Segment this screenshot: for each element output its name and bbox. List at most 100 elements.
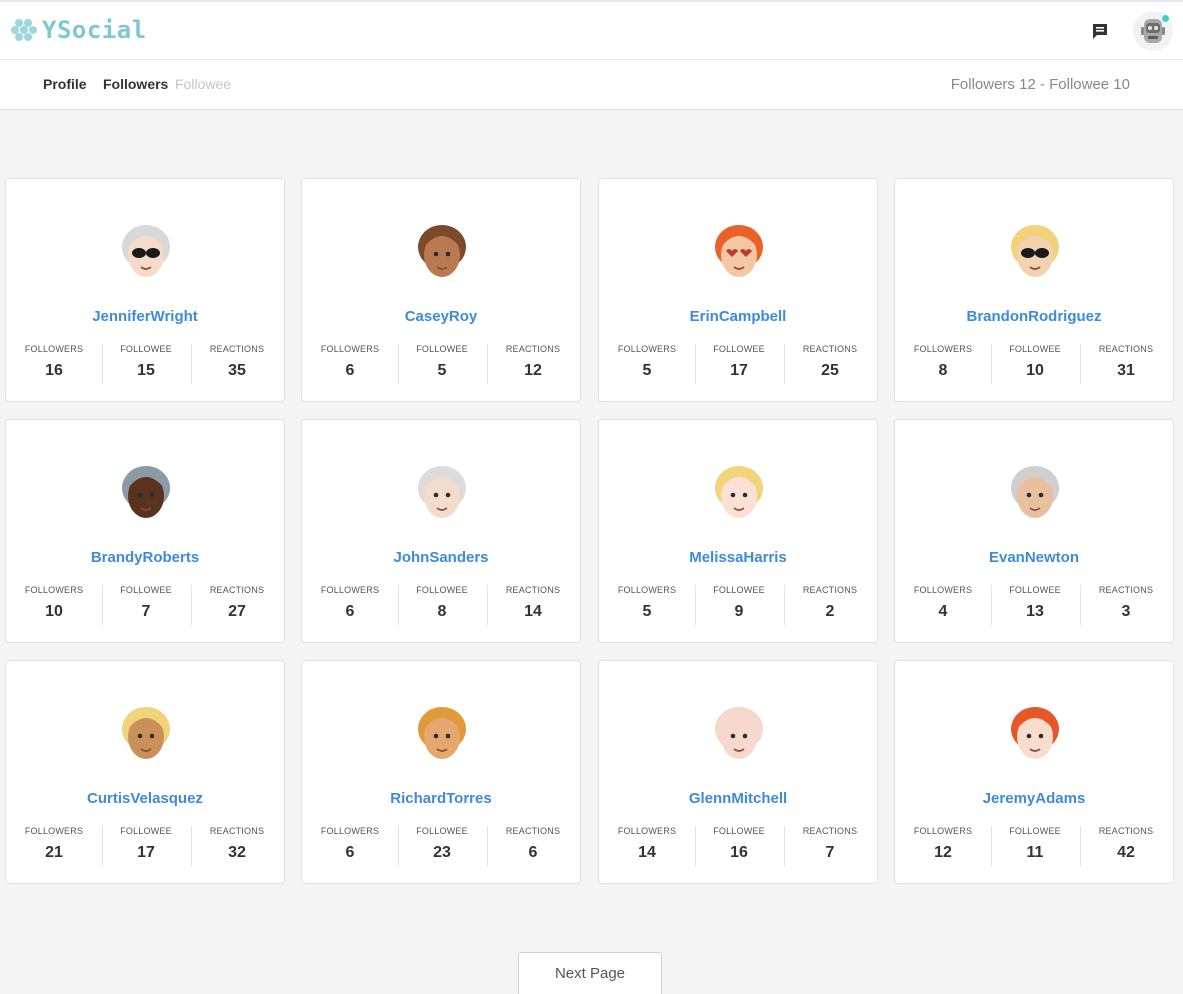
username-link[interactable]: BrandyRoberts [6, 549, 284, 566]
stat-label: FOLLOWERS [617, 585, 677, 595]
stat-followee: FOLLOWEE 7 [100, 585, 192, 621]
stat-divider [991, 344, 992, 384]
user-card[interactable]: GlennMitchell FOLLOWERS 14 FOLLOWEE 16 REACTI… [598, 660, 878, 884]
stat-label: REACTIONS [802, 344, 858, 354]
user-card[interactable]: MelissaHarris FOLLOWERS 5 FOLLOWEE 9 REACTION… [598, 419, 878, 643]
stat-divider [991, 826, 992, 866]
user-card[interactable]: ErinCampbell FOLLOWERS 5 FOLLOWEE 17 REACTION… [598, 178, 878, 402]
user-stats: FOLLOWERS 5 FOLLOWEE 17 REACTIONS 25 [599, 344, 877, 384]
stat-label: REACTIONS [1098, 344, 1154, 354]
stat-value: 25 [821, 362, 839, 379]
user-card[interactable]: BrandyRoberts FOLLOWERS 10 FOLLOWEE 7 REACTIO… [5, 419, 285, 643]
username-link[interactable]: JeremyAdams [895, 790, 1173, 807]
avatar-face-icon [1011, 707, 1059, 759]
user-stats: FOLLOWERS 6 FOLLOWEE 23 REACTIONS 6 [302, 826, 580, 866]
username-link[interactable]: BrandonRodriguez [895, 308, 1173, 325]
stat-label: FOLLOWEE [1009, 344, 1061, 354]
user-stats: FOLLOWERS 4 FOLLOWEE 13 REACTIONS 3 [895, 585, 1173, 625]
avatar-face-icon [418, 466, 466, 518]
tab-profile[interactable]: Profile [43, 76, 87, 92]
stat-label: FOLLOWEE [120, 585, 172, 595]
avatar-face-icon [1011, 466, 1059, 518]
stat-label: FOLLOWERS [913, 826, 973, 836]
stat-label: REACTIONS [802, 826, 858, 836]
user-card[interactable]: BrandonRodriguez FOLLOWERS 8 FOLLOWEE 10 REAC… [894, 178, 1174, 402]
stat-value: 31 [1117, 362, 1135, 379]
stat-divider [398, 585, 399, 625]
stat-value: 5 [642, 603, 652, 620]
tab-followee[interactable]: Followee [175, 76, 231, 92]
user-stats: FOLLOWERS 16 FOLLOWEE 15 REACTIONS 35 [6, 344, 284, 384]
stat-divider [784, 344, 785, 384]
user-card[interactable]: JeremyAdams FOLLOWERS 12 FOLLOWEE 11 REACTION… [894, 660, 1174, 884]
stat-followee: FOLLOWEE 5 [396, 344, 488, 380]
stat-value: 42 [1117, 844, 1135, 861]
stat-followers: FOLLOWERS 10 [8, 585, 100, 621]
username-link[interactable]: RichardTorres [302, 790, 580, 807]
stat-reactions: REACTIONS 2 [784, 585, 876, 621]
stat-divider [102, 344, 103, 384]
username-link[interactable]: JohnSanders [302, 549, 580, 566]
user-stats: FOLLOWERS 10 FOLLOWEE 7 REACTIONS 27 [6, 585, 284, 625]
stat-label: REACTIONS [505, 585, 561, 595]
brand-logo[interactable]: YSocial [10, 16, 147, 44]
stat-label: REACTIONS [802, 585, 858, 595]
stat-value: 32 [228, 844, 246, 861]
stat-reactions: REACTIONS 7 [784, 826, 876, 862]
stat-value: 16 [45, 362, 63, 379]
stat-label: FOLLOWEE [713, 585, 765, 595]
stat-divider [191, 585, 192, 625]
username-link[interactable]: GlennMitchell [599, 790, 877, 807]
stat-followee: FOLLOWEE 16 [693, 826, 785, 862]
username-link[interactable]: CaseyRoy [302, 308, 580, 325]
user-stats: FOLLOWERS 6 FOLLOWEE 8 REACTIONS 14 [302, 585, 580, 625]
stat-value: 9 [734, 603, 744, 620]
chat-icon[interactable] [1089, 20, 1111, 42]
stat-label: FOLLOWEE [416, 826, 468, 836]
stat-value: 3 [1121, 603, 1131, 620]
user-stats: FOLLOWERS 14 FOLLOWEE 16 REACTIONS 7 [599, 826, 877, 866]
follow-counts: Followers 12 - Followee 10 [950, 76, 1130, 93]
stat-divider [398, 826, 399, 866]
tab-followers[interactable]: Followers [103, 76, 168, 92]
avatar-face-icon [122, 225, 170, 277]
user-card[interactable]: EvanNewton FOLLOWERS 4 FOLLOWEE 13 REACTIONS 3 [894, 419, 1174, 643]
stat-divider [102, 585, 103, 625]
user-stats: FOLLOWERS 5 FOLLOWEE 9 REACTIONS 2 [599, 585, 877, 625]
avatar-face-icon [122, 466, 170, 518]
next-page-button[interactable]: Next Page [518, 952, 662, 994]
brand-name: YSocial [42, 16, 147, 44]
stat-divider [1080, 344, 1081, 384]
user-stats: FOLLOWERS 6 FOLLOWEE 5 REACTIONS 12 [302, 344, 580, 384]
stat-value: 6 [345, 844, 355, 861]
user-card[interactable]: CaseyRoy FOLLOWERS 6 FOLLOWEE 5 REACTIONS 12 [301, 178, 581, 402]
username-link[interactable]: MelissaHarris [599, 549, 877, 566]
username-link[interactable]: EvanNewton [895, 549, 1173, 566]
stat-value: 10 [45, 603, 63, 620]
logo-icon [11, 19, 37, 41]
stat-value: 12 [524, 362, 542, 379]
stat-followers: FOLLOWERS 5 [601, 585, 693, 621]
online-status-dot [1161, 14, 1170, 23]
stat-label: FOLLOWERS [320, 826, 380, 836]
stat-label: FOLLOWERS [913, 585, 973, 595]
avatar-face-icon [715, 466, 763, 518]
user-card[interactable]: JenniferWright FOLLOWERS 16 FOLLOWEE 15 REACT… [5, 178, 285, 402]
stat-reactions: REACTIONS 32 [191, 826, 283, 862]
username-link[interactable]: JenniferWright [6, 308, 284, 325]
stat-value: 10 [1026, 362, 1044, 379]
stat-value: 5 [437, 362, 447, 379]
avatar-face-icon [715, 225, 763, 277]
stat-followee: FOLLOWEE 11 [989, 826, 1081, 862]
username-link[interactable]: CurtisVelasquez [6, 790, 284, 807]
stat-reactions: REACTIONS 12 [487, 344, 579, 380]
user-card[interactable]: CurtisVelasquez FOLLOWERS 21 FOLLOWEE 17 REAC… [5, 660, 285, 884]
stat-label: FOLLOWERS [320, 344, 380, 354]
stat-value: 14 [638, 844, 656, 861]
user-card[interactable]: RichardTorres FOLLOWERS 6 FOLLOWEE 23 REACTIO… [301, 660, 581, 884]
username-link[interactable]: ErinCampbell [599, 308, 877, 325]
user-card[interactable]: JohnSanders FOLLOWERS 6 FOLLOWEE 8 REACTIONS 1… [301, 419, 581, 643]
stat-followers: FOLLOWERS 5 [601, 344, 693, 380]
stat-label: REACTIONS [209, 344, 265, 354]
avatar-face-icon [1011, 225, 1059, 277]
